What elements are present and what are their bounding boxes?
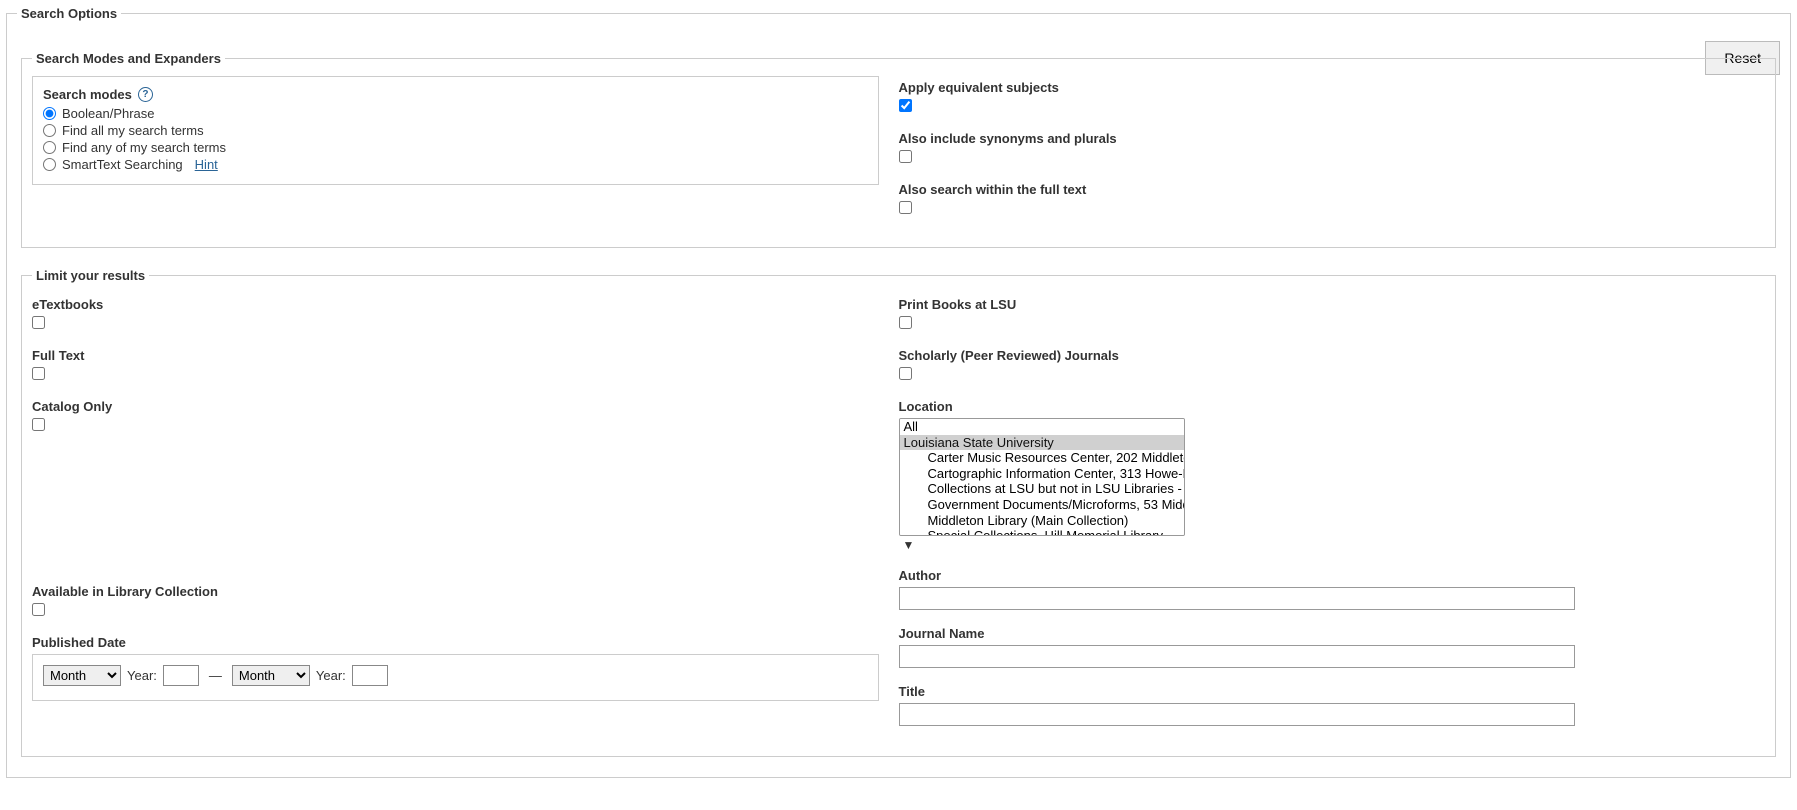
author-label: Author bbox=[899, 568, 1766, 583]
synonyms-checkbox[interactable] bbox=[899, 150, 912, 163]
etextbooks-checkbox[interactable] bbox=[32, 316, 45, 329]
mode-findany-radio[interactable] bbox=[43, 141, 56, 154]
start-month-select[interactable]: Month bbox=[43, 665, 121, 686]
help-icon[interactable]: ? bbox=[138, 87, 153, 102]
location-option-special: Special Collections, Hill Memorial Libra… bbox=[900, 528, 1184, 536]
print-books-label: Print Books at LSU bbox=[899, 297, 1766, 312]
end-year-label: Year: bbox=[316, 668, 346, 683]
catalog-only-label: Catalog Only bbox=[32, 399, 879, 414]
search-modes-expanders-fieldset: Search Modes and Expanders Search modes … bbox=[21, 51, 1776, 248]
mode-boolean-label[interactable]: Boolean/Phrase bbox=[62, 106, 155, 121]
mode-smarttext-radio[interactable] bbox=[43, 158, 56, 171]
start-year-label: Year: bbox=[127, 668, 157, 683]
search-modes-label: Search modes bbox=[43, 87, 132, 102]
location-option-carter: Carter Music Resources Center, 202 Middl… bbox=[900, 450, 1184, 466]
limit-results-fieldset: Limit your results eTextbooks Full Text … bbox=[21, 268, 1776, 757]
mode-boolean-radio[interactable] bbox=[43, 107, 56, 120]
start-year-input[interactable] bbox=[163, 665, 199, 686]
search-options-fieldset: Search Options Reset Search Modes and Ex… bbox=[6, 6, 1791, 778]
search-options-legend: Search Options bbox=[17, 6, 121, 21]
author-input[interactable] bbox=[899, 587, 1575, 610]
fulltext-label: Full Text bbox=[32, 348, 879, 363]
synonyms-label: Also include synonyms and plurals bbox=[899, 131, 1766, 146]
location-option-carto: Cartographic Information Center, 313 How… bbox=[900, 466, 1184, 482]
location-option-lsu: Louisiana State University bbox=[900, 435, 1184, 451]
limit-results-legend: Limit your results bbox=[32, 268, 149, 283]
title-input[interactable] bbox=[899, 703, 1575, 726]
mode-findall-label[interactable]: Find all my search terms bbox=[62, 123, 204, 138]
location-expand-icon[interactable]: ▼ bbox=[899, 538, 1766, 552]
location-option-all: All bbox=[900, 419, 1184, 435]
location-option-coll-notlib: Collections at LSU but not in LSU Librar… bbox=[900, 481, 1184, 497]
end-year-input[interactable] bbox=[352, 665, 388, 686]
published-date-label: Published Date bbox=[32, 635, 879, 650]
title-label: Title bbox=[899, 684, 1766, 699]
available-label: Available in Library Collection bbox=[32, 584, 879, 599]
mode-findany-label[interactable]: Find any of my search terms bbox=[62, 140, 226, 155]
apply-equivalent-checkbox[interactable] bbox=[899, 99, 912, 112]
fulltext-search-label: Also search within the full text bbox=[899, 182, 1766, 197]
hint-link[interactable]: Hint bbox=[195, 157, 218, 172]
scholarly-label: Scholarly (Peer Reviewed) Journals bbox=[899, 348, 1766, 363]
date-range-dash: — bbox=[205, 668, 226, 683]
journal-input[interactable] bbox=[899, 645, 1575, 668]
end-month-select[interactable]: Month bbox=[232, 665, 310, 686]
print-books-checkbox[interactable] bbox=[899, 316, 912, 329]
mode-smarttext-label[interactable]: SmartText Searching bbox=[62, 157, 183, 172]
location-select[interactable]: All Louisiana State University Carter Mu… bbox=[899, 418, 1185, 536]
search-modes-box: Search modes ? Boolean/Phrase Find all m… bbox=[32, 76, 879, 185]
scholarly-checkbox[interactable] bbox=[899, 367, 912, 380]
search-modes-expanders-legend: Search Modes and Expanders bbox=[32, 51, 225, 66]
location-option-middleton: Middleton Library (Main Collection) bbox=[900, 513, 1184, 529]
location-option-govdocs: Government Documents/Microforms, 53 Midd… bbox=[900, 497, 1184, 513]
mode-findall-radio[interactable] bbox=[43, 124, 56, 137]
fulltext-search-checkbox[interactable] bbox=[899, 201, 912, 214]
fulltext-checkbox[interactable] bbox=[32, 367, 45, 380]
catalog-only-checkbox[interactable] bbox=[32, 418, 45, 431]
journal-label: Journal Name bbox=[899, 626, 1766, 641]
etextbooks-label: eTextbooks bbox=[32, 297, 879, 312]
location-label: Location bbox=[899, 399, 1766, 414]
available-checkbox[interactable] bbox=[32, 603, 45, 616]
apply-equivalent-label: Apply equivalent subjects bbox=[899, 80, 1766, 95]
